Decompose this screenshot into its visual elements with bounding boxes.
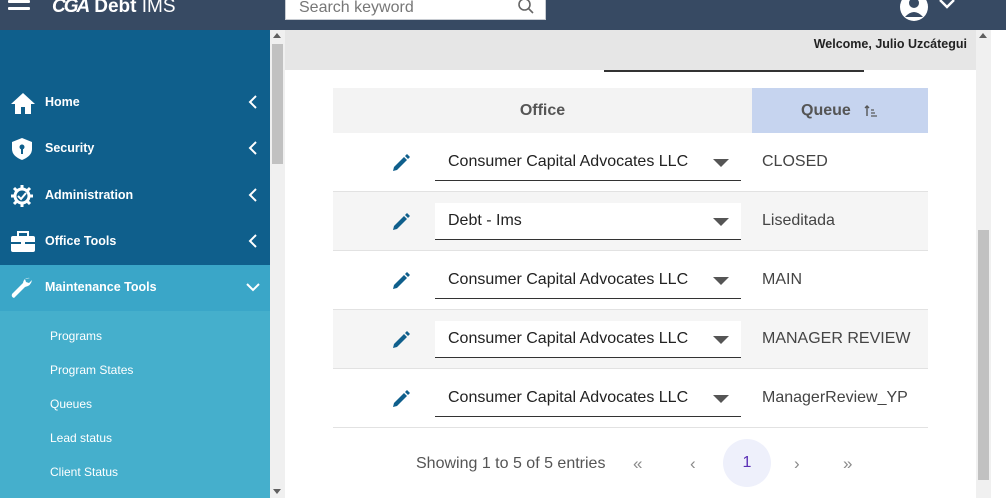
office-select[interactable]: Consumer Capital Advocates LLC [435,262,741,299]
sidebar-item-label: Administration [45,188,134,202]
pencil-edit-icon[interactable] [391,271,411,291]
column-header-label: Queue [801,102,851,119]
sidebar-item-label: Security [45,141,95,155]
chevron-down-icon[interactable] [938,0,956,10]
input-underline [604,70,864,72]
app-name: Debt [94,0,137,17]
welcome-text: Welcome, Julio Uzcátegui [813,37,967,51]
office-select[interactable]: Consumer Capital Advocates LLC [435,380,741,417]
dropdown-arrow-icon [713,336,729,344]
first-page-button[interactable]: « [633,454,642,474]
queue-cell: Liseditada [762,212,835,229]
chevron-left-icon [248,95,257,109]
search-input[interactable] [286,0,511,19]
search-box [285,0,546,20]
right-edge [991,30,1006,498]
last-page-button[interactable]: » [843,454,852,474]
sidebar-scrollbar[interactable] [270,30,285,498]
previous-page-button[interactable]: ‹ [690,454,696,474]
submenu-item-programs[interactable]: Programs [50,329,102,343]
table-row: Consumer Capital Advocates LLC ManagerRe… [333,369,928,428]
office-select-value: Consumer Capital Advocates LLC [448,389,689,406]
column-header-office[interactable]: Office [333,88,752,133]
table-row: Consumer Capital Advocates LLC MANAGER R… [333,310,928,369]
app-suffix: IMS [141,0,176,17]
next-page-button[interactable]: › [794,454,800,474]
table-row: Debt - Ims Liseditada [333,192,928,251]
sidebar-item-label: Maintenance Tools [45,280,157,294]
pagination: Showing 1 to 5 of 5 entries « ‹ 1 › » [333,438,928,488]
queue-cell: MANAGER REVIEW [762,330,911,347]
dropdown-arrow-icon [713,277,729,285]
sort-ascending-icon[interactable] [864,105,878,117]
top-bar: CGA Debt IMS [0,0,1006,30]
welcome-bar: Welcome, Julio Uzcátegui [285,30,976,70]
scrollbar-thumb[interactable] [978,230,989,480]
submenu-item-program-states[interactable]: Program States [50,363,133,377]
user-avatar-icon[interactable] [898,0,930,22]
office-select[interactable]: Debt - Ims [435,203,741,240]
chevron-down-icon [246,283,260,292]
sidebar-item-security[interactable]: Security [0,126,270,172]
office-select-value: Consumer Capital Advocates LLC [448,271,689,288]
dropdown-arrow-icon [713,159,729,167]
queue-cell: CLOSED [762,153,828,170]
chevron-left-icon [248,188,257,202]
queue-cell: MAIN [762,271,802,288]
sidebar-item-label: Home [45,95,80,109]
table-header: Office Queue [333,88,928,133]
table-row: Consumer Capital Advocates LLC CLOSED [333,133,928,192]
pencil-edit-icon[interactable] [391,389,411,409]
submenu-item-lead-status[interactable]: Lead status [50,431,112,445]
office-select[interactable]: Consumer Capital Advocates LLC [435,144,741,181]
logo-mark: CGA [52,0,90,17]
pencil-edit-icon[interactable] [391,153,411,173]
gear-icon [11,185,33,207]
scroll-up-arrow-icon[interactable] [273,33,281,38]
app-logo[interactable]: CGA Debt IMS [52,0,176,18]
sidebar-item-home[interactable]: Home [0,80,270,126]
chevron-left-icon [248,141,257,155]
dropdown-arrow-icon [713,395,729,403]
column-header-queue[interactable]: Queue [752,88,928,133]
search-icon[interactable] [517,0,535,15]
office-select[interactable]: Consumer Capital Advocates LLC [435,321,741,358]
briefcase-icon [11,231,35,252]
sidebar-item-label: Office Tools [45,234,117,248]
sidebar: Home Security Administration Office Tool… [0,30,270,498]
scrollbar-thumb[interactable] [272,44,283,164]
main-content: Office Queue Consumer Capital Advocates … [285,70,976,498]
sidebar-item-maintenance-tools[interactable]: Maintenance Tools [0,265,270,311]
submenu-item-queues[interactable]: Queues [50,397,92,411]
hamburger-menu-icon[interactable] [8,0,34,16]
sidebar-item-administration[interactable]: Administration [0,173,270,219]
pencil-edit-icon[interactable] [391,212,411,232]
office-select-value: Consumer Capital Advocates LLC [448,330,689,347]
dropdown-arrow-icon [713,218,729,226]
scroll-up-arrow-icon[interactable] [979,33,987,38]
sidebar-item-office-tools[interactable]: Office Tools [0,219,270,265]
home-icon [11,93,35,114]
content-scrollbar[interactable] [976,30,991,498]
submenu-item-client-status[interactable]: Client Status [50,465,118,479]
chevron-left-icon [248,234,257,248]
page-1-button[interactable]: 1 [723,439,771,487]
wrench-icon [11,277,32,298]
office-select-value: Debt - Ims [448,212,522,229]
shield-icon [12,138,32,160]
scroll-down-arrow-icon[interactable] [273,489,281,494]
pencil-edit-icon[interactable] [391,330,411,350]
pagination-info: Showing 1 to 5 of 5 entries [416,455,606,472]
user-menu[interactable] [898,0,962,22]
office-select-value: Consumer Capital Advocates LLC [448,153,689,170]
maintenance-submenu: Programs Program States Queues Lead stat… [0,311,270,498]
queue-cell: ManagerReview_YP [762,389,908,406]
table-row: Consumer Capital Advocates LLC MAIN [333,251,928,310]
